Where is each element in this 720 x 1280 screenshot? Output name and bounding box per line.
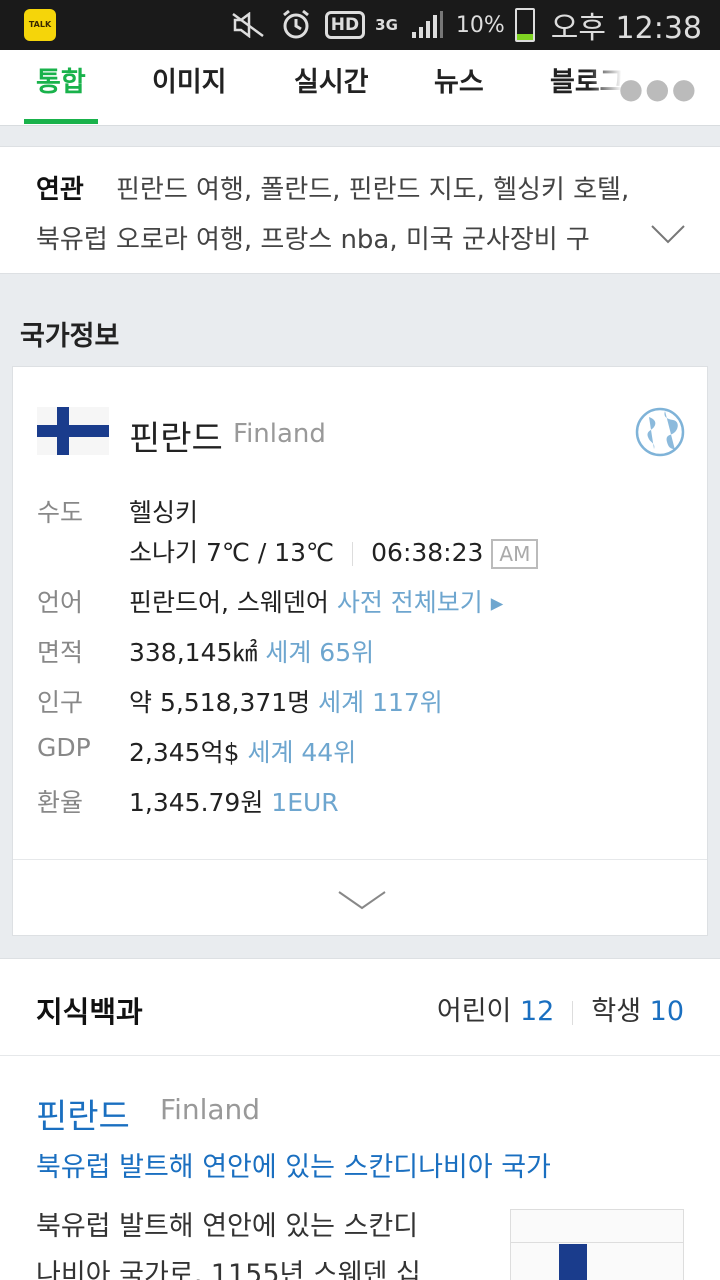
encyclopedia-title: 지식백과 — [36, 995, 143, 1029]
entry-description: 북유럽 발트해 연안에 있는 스칸디 나비아 국가로, 1155년 스웨덴 십 — [36, 1211, 421, 1280]
encyclopedia-filters: 어린이 12 학생 10 — [437, 989, 684, 1028]
gdp-row: 2,345억$ 세계 44위 — [129, 733, 356, 769]
exchange-label: 환율 — [37, 788, 84, 817]
hd-icon: HD — [324, 11, 366, 39]
related-searches: 연관 핀란드 여행, 폴란드, 핀란드 지도, 헬싱키 호텔, 북유럽 오로라 … — [0, 146, 720, 274]
more-tabs-icon[interactable]: ●●● — [619, 72, 698, 105]
gdp-label: GDP — [37, 733, 91, 762]
tab-realtime[interactable]: 실시간 — [294, 50, 369, 126]
search-tabs: 통합 이미지 실시간 뉴스 블로그 ●●● — [0, 50, 720, 126]
entry-title-en: Finland — [160, 1093, 261, 1126]
status-bar: TALK HD 3G 10% 오후 12:38 — [0, 0, 720, 50]
language-row: 핀란드어, 스웨덴어 사전 전체보기 ▸ — [129, 583, 503, 619]
exchange-value: 1,345.79원 — [129, 788, 264, 817]
chevron-down-icon[interactable] — [650, 222, 686, 246]
population-label: 인구 — [37, 688, 84, 717]
language-label: 언어 — [37, 588, 84, 617]
globe-icon[interactable] — [635, 407, 685, 457]
country-name-en: Finland — [233, 419, 326, 449]
tab-blog[interactable]: 블로그 — [550, 50, 622, 126]
currency-link[interactable]: 1EUR — [271, 788, 338, 817]
weather-value: 소나기 7℃ / 13℃ — [129, 538, 335, 567]
gdp-value: 2,345억$ — [129, 738, 240, 767]
capital-value: 헬싱키 — [129, 498, 199, 527]
tab-all[interactable]: 통합 — [24, 50, 98, 126]
clock: 오후 12:38 — [550, 11, 702, 46]
signal-icon — [408, 10, 446, 40]
tab-news[interactable]: 뉴스 — [434, 50, 484, 126]
country-info-title: 국가정보 — [20, 321, 120, 352]
capital-label: 수도 — [37, 498, 84, 527]
kakaotalk-icon: TALK — [24, 9, 56, 41]
divider — [13, 859, 707, 860]
weather-row: 소나기 7℃ / 13℃ 06:38:23 AM — [129, 533, 539, 569]
area-value: 338,145㎢ — [129, 638, 258, 667]
country-info-card: 핀란드 Finland 수도 헬싱키 소나기 7℃ / 13℃ 06:38:23 A… — [12, 366, 708, 936]
exchange-row: 1,345.79원 1EUR — [129, 783, 339, 819]
related-label: 연관 — [36, 175, 84, 205]
dictionary-link[interactable]: 사전 전체보기 ▸ — [337, 588, 503, 617]
network-type: 3G — [375, 16, 398, 34]
finland-flag — [37, 407, 109, 455]
alarm-icon — [277, 9, 315, 40]
divider — [572, 1000, 574, 1025]
encyclopedia-section: 지식백과 어린이 12 학생 10 핀란드 Finland 북유럽 발트해 연안에… — [0, 958, 720, 1280]
tab-images[interactable]: 이미지 — [152, 50, 227, 126]
country-name: 핀란드 — [129, 419, 223, 459]
gdp-rank-link[interactable]: 세계 44위 — [247, 738, 356, 767]
population-value: 약 5,518,371명 — [129, 688, 311, 717]
mute-icon — [229, 10, 267, 40]
battery-icon — [514, 8, 535, 42]
entry-thumbnail[interactable] — [510, 1209, 684, 1280]
related-keywords-line1[interactable]: 핀란드 여행, 폴란드, 핀란드 지도, 헬싱키 호텔, — [116, 169, 696, 206]
kids-filter[interactable]: 어린이 12 — [437, 996, 554, 1027]
entry-subtitle-link[interactable]: 북유럽 발트해 연안에 있는 스칸디나비아 국가 — [36, 1145, 551, 1184]
area-rank-link[interactable]: 세계 65위 — [265, 638, 374, 667]
area-row: 338,145㎢ 세계 65위 — [129, 633, 374, 669]
divider — [352, 542, 354, 566]
student-filter[interactable]: 학생 10 — [591, 996, 684, 1027]
area-label: 면적 — [37, 638, 84, 667]
population-row: 약 5,518,371명 세계 117위 — [129, 683, 443, 719]
related-keywords-line2[interactable]: 북유럽 오로라 여행, 프랑스 nba, 미국 군사장비 구 — [36, 219, 626, 256]
expand-chevron-icon[interactable] — [337, 889, 387, 911]
language-value: 핀란드어, 스웨덴어 — [129, 588, 329, 617]
battery-percent: 10% — [455, 12, 505, 38]
local-time: 06:38:23 — [371, 538, 484, 567]
entry-title-link[interactable]: 핀란드 — [36, 1089, 130, 1138]
divider — [0, 1055, 720, 1056]
population-rank-link[interactable]: 세계 117위 — [318, 688, 443, 717]
ampm-badge: AM — [491, 539, 539, 569]
